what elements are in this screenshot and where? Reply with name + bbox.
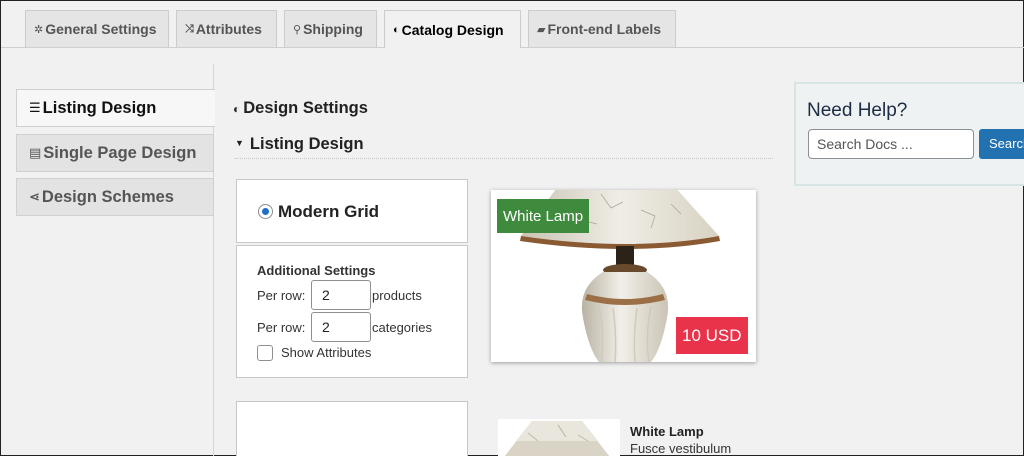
modern-grid-label: Modern Grid — [278, 202, 380, 221]
section-title: Design Settings — [243, 99, 368, 117]
tab-label: General Settings — [45, 21, 157, 37]
list-icon: ☰ — [29, 100, 41, 115]
side-tab-listing-design[interactable]: ☰ Listing Design — [16, 89, 215, 127]
grid-preview: White Lamp 10 USD — [491, 190, 756, 362]
list-option[interactable] — [236, 401, 468, 456]
page-icon: ▤ — [29, 145, 42, 160]
product-name-badge: White Lamp — [497, 199, 590, 233]
help-box: Need Help? Search Docs ... Search — [794, 82, 1024, 186]
categories-per-row-input[interactable]: 2 — [311, 312, 371, 342]
tab-front-end-labels[interactable]: ▰ Front-end Labels — [528, 10, 676, 47]
tab-label: Attributes — [195, 21, 262, 37]
per-row-label: Per row: — [257, 288, 306, 303]
show-attributes-checkbox[interactable] — [257, 345, 273, 361]
share-icon: ⋖ — [29, 189, 40, 204]
modern-grid-radio[interactable] — [258, 204, 273, 219]
search-button[interactable]: Search — [979, 129, 1024, 159]
show-attributes-label: Show Attributes — [281, 345, 372, 360]
list-product-name: White Lamp — [630, 424, 704, 439]
tab-label: Catalog Design — [401, 21, 504, 38]
palette-icon: ◐ — [233, 102, 241, 116]
top-tab-bar: ✲ General Settings ⤨ Attributes ⚲ Shippi… — [1, 1, 1024, 48]
tab-attributes[interactable]: ⤨ Attributes — [176, 10, 277, 47]
additional-settings-panel: Additional Settings Per row: 2 products … — [236, 245, 468, 378]
help-title: Need Help? — [807, 100, 908, 121]
tab-label: Front-end Labels — [547, 21, 662, 37]
price-badge: 10 USD — [676, 317, 748, 354]
triangle-down-icon: ▼ — [235, 138, 244, 148]
location-pin-icon: ⚲ — [293, 23, 302, 36]
side-tab-label: Design Schemes — [41, 187, 174, 206]
side-tab-single-page-design[interactable]: ▤ Single Page Design — [16, 134, 214, 172]
modern-grid-option[interactable]: Modern Grid — [236, 179, 468, 243]
palette-icon: ◐ — [393, 23, 400, 36]
tab-catalog-design[interactable]: ◐ Catalog Design — [384, 10, 521, 48]
tab-shipping[interactable]: ⚲ Shipping — [284, 10, 377, 47]
list-product-desc: Fusce vestibulum — [630, 441, 732, 456]
side-tab-label: Single Page Design — [43, 143, 197, 162]
additional-settings-title: Additional Settings — [257, 263, 376, 278]
comment-icon: ▰ — [537, 23, 546, 36]
side-tab-design-schemes[interactable]: ⋖ Design Schemes — [16, 178, 214, 216]
side-tab-label: Listing Design — [42, 98, 157, 117]
per-row-label: Per row: — [257, 320, 306, 335]
search-docs-input[interactable]: Search Docs ... — [808, 129, 974, 159]
gear-icon: ✲ — [34, 23, 44, 36]
shuffle-icon: ⤨ — [185, 22, 194, 35]
subsection-title: Listing Design — [249, 135, 364, 153]
tab-label: Shipping — [303, 21, 363, 37]
listing-design-toggle[interactable]: ▼ Listing Design — [235, 135, 773, 159]
tab-general-settings[interactable]: ✲ General Settings — [25, 10, 169, 47]
list-lamp-thumbnail — [498, 419, 620, 456]
products-per-row-input[interactable]: 2 — [311, 280, 371, 310]
design-settings-heading: ◐ Design Settings — [233, 99, 368, 118]
products-unit-label: products — [372, 288, 422, 303]
categories-unit-label: categories — [372, 320, 432, 335]
